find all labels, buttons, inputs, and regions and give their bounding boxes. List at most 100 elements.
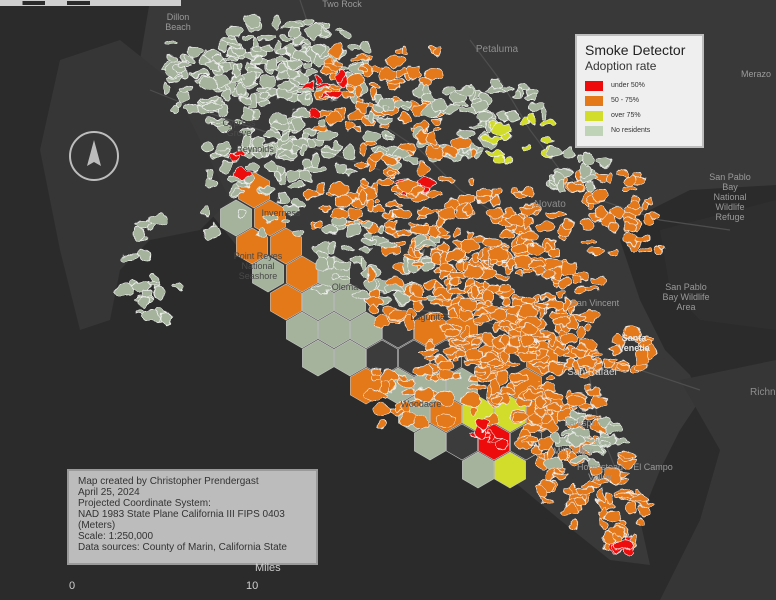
parcel <box>302 94 312 100</box>
parcel <box>605 494 614 503</box>
parcel <box>482 237 503 248</box>
parcel <box>623 185 639 191</box>
parcel <box>501 296 510 306</box>
info-line-date: April 25, 2024 <box>78 487 140 498</box>
parcel <box>473 315 489 324</box>
parcel <box>278 82 292 91</box>
parcel <box>639 505 651 518</box>
parcel <box>499 387 518 395</box>
place-point-reyes: Point Reyes National Seashore <box>233 251 283 281</box>
parcel <box>204 168 214 181</box>
legend-label: 50 - 75% <box>611 97 640 104</box>
info-line-crs-heading: Projected Coordinate System: <box>78 498 211 509</box>
parcel <box>358 66 369 74</box>
parcel <box>253 44 264 54</box>
parcel <box>520 295 537 307</box>
parcel <box>176 61 192 68</box>
parcel <box>474 417 491 431</box>
parcel <box>306 138 316 150</box>
parcel <box>593 189 608 201</box>
parcel <box>328 182 349 197</box>
parcel <box>380 380 390 393</box>
parcel <box>313 76 322 84</box>
parcel <box>325 111 344 124</box>
parcel <box>437 415 456 428</box>
parcel <box>643 198 652 205</box>
parcel <box>609 220 618 233</box>
parcel <box>465 204 473 217</box>
legend-item-over-75: over 75% <box>585 108 694 123</box>
legend-subtitle: Adoption rate <box>585 59 657 73</box>
parcel <box>557 276 571 288</box>
parcel <box>355 85 364 97</box>
parcel <box>260 91 268 99</box>
parcel <box>354 161 368 169</box>
parcel <box>291 200 305 209</box>
parcel <box>601 440 611 446</box>
parcel <box>336 162 348 176</box>
legend-item-under-50: under 50% <box>585 78 694 93</box>
parcel <box>396 143 417 153</box>
parcel <box>519 231 539 241</box>
place-san-pablo-wildlife: San Pablo Bay Wildlife Area <box>662 282 710 312</box>
parcel <box>549 248 561 258</box>
place-san-rafael: San Rafael <box>567 367 617 378</box>
parcel <box>589 397 608 408</box>
parcel <box>507 214 525 228</box>
parcel <box>375 177 395 186</box>
parcel <box>469 405 478 417</box>
place-olema: Olema <box>331 282 359 292</box>
place-mill-valley: Mill Valley <box>553 446 593 456</box>
parcel <box>316 83 332 89</box>
place-homestead-valley: Homestead Valley <box>576 462 624 482</box>
parcel <box>223 56 237 62</box>
parcel <box>361 130 380 142</box>
parcel <box>340 29 352 39</box>
place-petaluma: Petaluma <box>475 44 519 55</box>
parcel <box>221 160 232 174</box>
parcel <box>545 212 566 220</box>
parcel <box>427 234 441 243</box>
parcel <box>263 45 275 52</box>
parcel <box>552 346 569 356</box>
place-san-pablo-refuge: San Pablo Bay National Wildlife Refuge <box>709 172 751 222</box>
parcel <box>426 130 438 145</box>
parcel <box>503 344 519 353</box>
parcel <box>321 226 340 234</box>
parcel <box>256 226 266 238</box>
parcel <box>242 35 256 41</box>
parcel <box>471 287 481 298</box>
parcel <box>521 437 541 445</box>
parcel <box>297 88 316 94</box>
parcel <box>428 300 445 308</box>
parcel <box>482 135 501 143</box>
parcel <box>529 112 537 126</box>
legend-item-no-residents: No residents <box>585 123 694 138</box>
parcel <box>246 162 260 171</box>
parcel <box>586 386 603 399</box>
parcel <box>575 325 586 340</box>
parcel <box>305 25 322 38</box>
parcel <box>583 238 596 245</box>
legend-title: Smoke Detector <box>585 42 686 58</box>
parcel <box>163 39 178 46</box>
parcel <box>585 182 598 193</box>
map-canvas[interactable]: Dillon Beach Two Rock Petaluma Merazo Cy… <box>0 0 776 600</box>
parcel <box>380 155 401 165</box>
place-novato: Novato <box>534 199 566 210</box>
parcel <box>210 151 222 159</box>
info-line-units: (Meters) <box>78 520 116 531</box>
parcel <box>622 534 633 540</box>
parcel <box>568 520 580 528</box>
parcel <box>303 189 323 199</box>
parcel <box>474 188 492 198</box>
parcel <box>271 121 289 130</box>
parcel <box>360 236 377 246</box>
parcel <box>570 274 581 285</box>
place-merazo: Merazo <box>740 69 771 79</box>
parcel <box>452 227 462 239</box>
parcel <box>148 213 169 228</box>
parcel <box>588 248 607 256</box>
parcel <box>312 42 324 57</box>
parcel <box>431 126 443 132</box>
